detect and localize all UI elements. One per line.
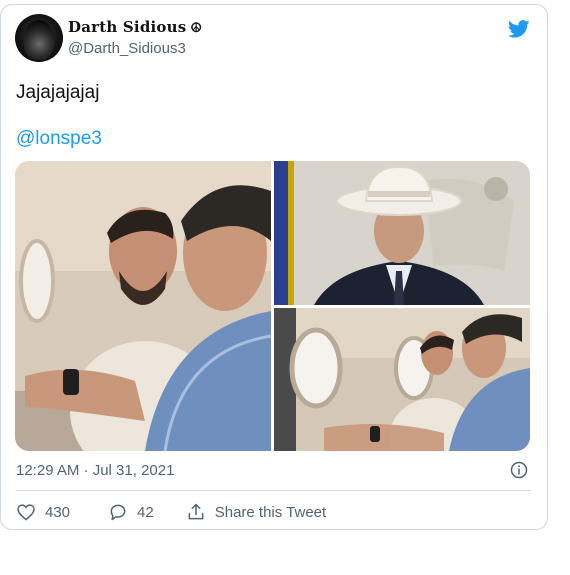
action-bar: 430 42 Share this Tweet [16, 500, 326, 524]
photo-airplane-left[interactable] [15, 161, 271, 451]
mention-link[interactable]: @lonspe3 [16, 128, 102, 150]
author-name[interactable]: Darth Sidious ☮ [68, 18, 202, 36]
reply-icon [110, 504, 126, 521]
avatar[interactable] [15, 14, 63, 62]
tweet-timestamp[interactable]: 12:29 AM · Jul 31, 2021 [16, 462, 174, 479]
reply-button[interactable]: 42 [108, 502, 154, 522]
author-handle[interactable]: @Darth_Sidious3 [68, 40, 186, 57]
photo-cowboy-hat[interactable] [274, 161, 530, 305]
share-icon [188, 503, 204, 520]
info-icon[interactable] [510, 461, 528, 479]
share-button[interactable]: Share this Tweet [186, 502, 326, 522]
share-label: Share this Tweet [214, 503, 327, 521]
media-grid [15, 161, 530, 451]
divider [16, 490, 531, 491]
heart-icon [17, 504, 35, 521]
hooded-figure-avatar [24, 20, 54, 60]
like-count: 430 [45, 503, 71, 521]
tweet-text: Jajajajajaj [16, 82, 100, 103]
like-button[interactable]: 430 [16, 502, 70, 522]
reply-count: 42 [137, 503, 154, 521]
photo-airplane-window[interactable] [274, 308, 530, 451]
author-name-text: Darth Sidious [68, 18, 187, 36]
twitter-bird-icon[interactable] [506, 18, 532, 40]
peace-icon: ☮ [190, 21, 203, 36]
